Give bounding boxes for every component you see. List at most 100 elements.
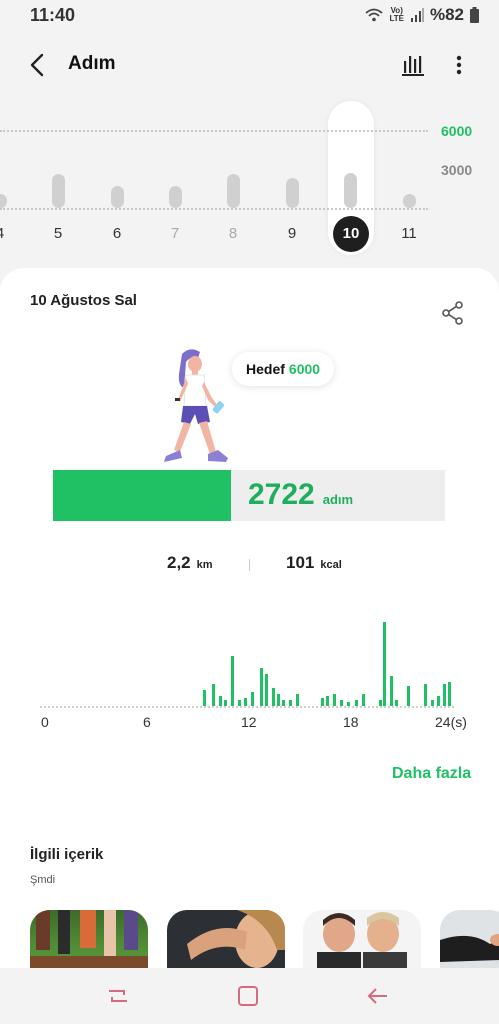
app-bar: Adım bbox=[0, 38, 499, 90]
hourly-axis-label: 6 bbox=[143, 714, 151, 730]
day-bar-8[interactable] bbox=[227, 174, 240, 208]
calories-stat: 101 kcal bbox=[286, 553, 342, 573]
related-thumbnail-stretch[interactable] bbox=[440, 910, 499, 968]
hourly-bar bbox=[295, 694, 299, 706]
distance-stat: 2,2 km bbox=[167, 553, 213, 573]
goal-gridline bbox=[0, 130, 428, 132]
day-detail-card: 10 Ağustos Sal Hedef 6000 2722 adım 2,2 … bbox=[0, 268, 499, 968]
day-label-6[interactable]: 6 bbox=[102, 225, 132, 242]
recent-apps-icon[interactable] bbox=[106, 984, 130, 1008]
hourly-bar bbox=[276, 694, 280, 706]
hourly-axis-label: 0 bbox=[41, 714, 49, 730]
hourly-bar bbox=[264, 674, 268, 706]
mid-axis-label: 3000 bbox=[441, 162, 473, 178]
hourly-bar bbox=[346, 702, 350, 706]
related-content-title: İlgili içerik bbox=[30, 846, 104, 863]
hourly-bar bbox=[437, 696, 441, 706]
day-bar-11[interactable] bbox=[403, 193, 416, 208]
stat-divider bbox=[249, 559, 250, 571]
hourly-bar bbox=[326, 696, 330, 706]
hourly-bar bbox=[406, 686, 410, 706]
system-nav-bar bbox=[0, 968, 499, 1024]
status-time: 11:40 bbox=[30, 5, 76, 25]
related-content-subtitle: Şmdi bbox=[30, 874, 56, 886]
hourly-bar bbox=[442, 684, 446, 706]
more-details-link[interactable]: Daha fazla bbox=[392, 765, 471, 783]
hourly-bar bbox=[230, 656, 234, 706]
selected-date: 10 Ağustos Sal bbox=[30, 292, 137, 309]
battery-icon bbox=[470, 7, 479, 23]
hourly-bar bbox=[447, 682, 451, 706]
day-label-7[interactable]: 7 bbox=[160, 225, 190, 242]
hourly-bar bbox=[333, 694, 337, 706]
day-bar-10[interactable] bbox=[344, 172, 357, 208]
day-label-5[interactable]: 5 bbox=[43, 225, 73, 242]
calories-unit: kcal bbox=[320, 559, 342, 571]
signal-icon bbox=[410, 8, 424, 22]
day-bar-4[interactable] bbox=[0, 193, 7, 208]
status-icons: Vo) LTE %82 bbox=[365, 5, 479, 25]
day-bar-7[interactable] bbox=[169, 185, 182, 208]
bar-chart-icon[interactable] bbox=[398, 50, 428, 80]
page-title: Adım bbox=[68, 53, 116, 74]
hourly-bar bbox=[340, 700, 344, 706]
battery-percent: %82 bbox=[429, 5, 464, 24]
related-thumbnail-runners[interactable] bbox=[30, 910, 148, 968]
home-icon[interactable] bbox=[236, 984, 260, 1008]
day-bar-5[interactable] bbox=[52, 174, 65, 208]
hourly-bar bbox=[271, 688, 275, 706]
goal-label: Hedef bbox=[246, 361, 285, 377]
share-icon[interactable] bbox=[440, 300, 466, 326]
hourly-axis-label: 12 bbox=[241, 714, 257, 730]
back-arrow-icon[interactable] bbox=[24, 50, 54, 80]
hourly-bar bbox=[430, 700, 434, 706]
wifi-icon bbox=[365, 8, 384, 22]
day-label-4[interactable]: 4 bbox=[0, 225, 15, 242]
goal-bubble: Hedef 6000 bbox=[232, 352, 335, 386]
hourly-bar bbox=[259, 668, 263, 706]
hourly-bar bbox=[389, 676, 393, 706]
hourly-bar bbox=[223, 700, 227, 706]
selected-day-label[interactable]: 10 bbox=[333, 216, 369, 252]
volte-bottom: LTE bbox=[389, 14, 404, 23]
day-bar-6[interactable] bbox=[111, 185, 124, 208]
hourly-bar bbox=[237, 700, 241, 706]
volte-indicator: Vo) LTE bbox=[389, 7, 404, 23]
hourly-bar bbox=[218, 696, 222, 706]
walking-person-illustration bbox=[164, 349, 228, 462]
status-bar: 11:40 Vo) LTE %82 bbox=[0, 0, 499, 32]
trainers-image bbox=[317, 912, 407, 968]
hourly-axis-label: 24(s) bbox=[435, 714, 467, 730]
day-label-9[interactable]: 9 bbox=[277, 225, 307, 242]
hourly-steps-chart: 0 6 12 18 24(s) bbox=[0, 608, 499, 730]
stretch-image bbox=[440, 934, 499, 962]
hourly-bar bbox=[244, 698, 248, 706]
hourly-bar bbox=[362, 694, 366, 706]
more-options-icon[interactable] bbox=[448, 50, 470, 80]
workout-image bbox=[187, 910, 285, 968]
goal-axis-label: 6000 bbox=[441, 123, 473, 139]
step-count-unit: adım bbox=[322, 492, 354, 507]
daily-steps-chart[interactable]: 6000 3000 4 5 6 7 8 9 10 11 bbox=[0, 95, 499, 260]
back-nav-icon[interactable] bbox=[366, 984, 390, 1008]
step-count-value: 2722 bbox=[248, 478, 315, 511]
calories-value: 101 bbox=[286, 553, 315, 572]
hourly-bar bbox=[211, 684, 215, 706]
runners-image bbox=[30, 910, 148, 968]
related-thumbnail-workout[interactable] bbox=[167, 910, 285, 968]
related-thumbnail-trainers[interactable] bbox=[303, 910, 421, 968]
hourly-bar bbox=[203, 690, 207, 706]
day-bar-9[interactable] bbox=[286, 178, 299, 208]
step-progress-fill bbox=[53, 470, 231, 521]
hourly-baseline bbox=[40, 706, 454, 708]
hourly-bar bbox=[251, 692, 255, 706]
step-count: 2722 adım bbox=[248, 478, 353, 512]
day-label-8[interactable]: 8 bbox=[218, 225, 248, 242]
hourly-bar bbox=[355, 700, 359, 706]
hourly-bar bbox=[321, 698, 325, 706]
day-label-11[interactable]: 11 bbox=[394, 225, 424, 242]
distance-unit: km bbox=[196, 559, 213, 571]
hourly-bar bbox=[281, 700, 285, 706]
hourly-bar bbox=[382, 622, 386, 706]
hourly-bar bbox=[423, 684, 427, 706]
